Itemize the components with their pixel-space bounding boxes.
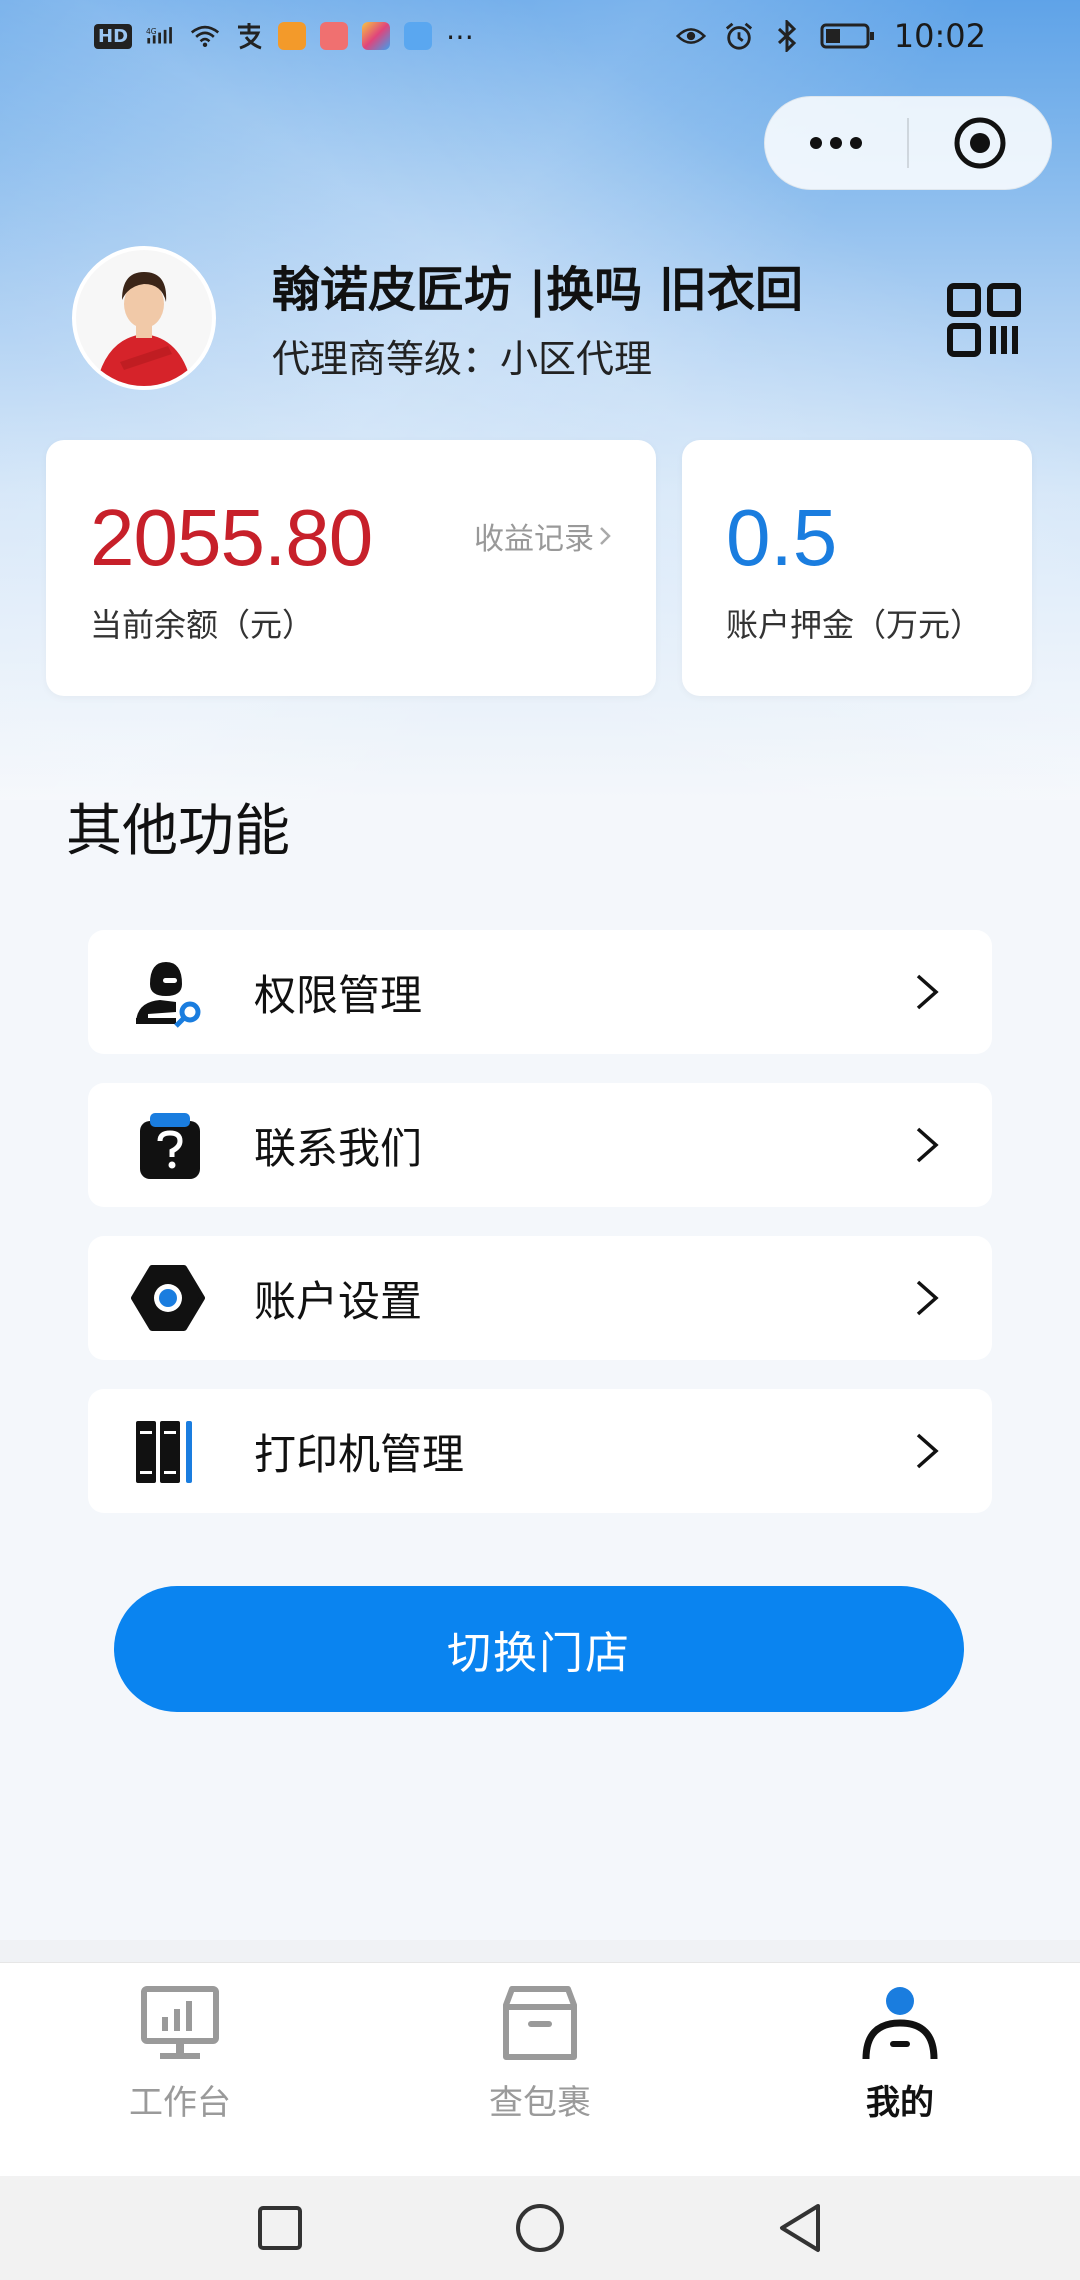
hd-badge: HD xyxy=(94,23,133,49)
wifi-icon xyxy=(190,21,220,51)
clock-time: 10:02 xyxy=(893,17,986,55)
square-icon[interactable] xyxy=(250,2198,310,2258)
svg-text:4G: 4G xyxy=(146,27,157,36)
income-record-link[interactable]: 收益记录 xyxy=(474,514,612,558)
more-dots-icon[interactable] xyxy=(765,97,907,189)
chevron-right-icon xyxy=(916,1433,939,1469)
menu-item-label: 账户设置 xyxy=(254,1276,423,1326)
colorful-app-icon xyxy=(362,22,391,50)
tab-packages[interactable]: 查包裹 xyxy=(360,1963,720,2176)
video-app-icon xyxy=(278,22,307,50)
system-nav-bar xyxy=(0,2176,1080,2280)
chevron-right-icon xyxy=(600,527,611,545)
alipay-icon xyxy=(234,21,264,51)
deposit-label: 账户押金（万元） xyxy=(726,606,983,644)
menu-item-contact[interactable]: 联系我们 xyxy=(88,1083,992,1207)
mini-program-capsule xyxy=(764,96,1052,190)
menu-item-account-settings[interactable]: 账户设置 xyxy=(88,1236,992,1360)
balance-card: 2055.80 收益记录 当前余额（元） xyxy=(46,440,656,696)
deposit-card: 0.5 账户押金（万元） xyxy=(682,440,1032,696)
battery-icon xyxy=(820,21,876,51)
chevron-right-icon xyxy=(916,974,939,1010)
package-box-icon xyxy=(503,1986,577,2060)
alarm-icon xyxy=(724,21,754,51)
target-icon[interactable] xyxy=(909,97,1051,189)
cloud-app-icon xyxy=(404,22,433,50)
book-app-icon xyxy=(320,22,349,50)
tab-label: 查包裹 xyxy=(489,2083,591,2123)
income-record-label: 收益记录 xyxy=(474,522,594,557)
workbench-monitor-icon xyxy=(141,1986,219,2059)
tab-mine[interactable]: 我的 xyxy=(720,1963,1080,2176)
menu-item-printer[interactable]: 打印机管理 xyxy=(88,1389,992,1513)
menu-item-label: 权限管理 xyxy=(254,970,423,1020)
shop-name: 翰诺皮匠坊 |换吗 旧衣回 xyxy=(272,262,803,318)
qr-code-icon[interactable] xyxy=(946,282,1022,358)
switch-store-button[interactable]: 切换门店 xyxy=(114,1586,964,1712)
circle-icon[interactable] xyxy=(510,2198,570,2258)
printer-book-icon xyxy=(128,1411,208,1491)
more-notifications-icon: ⋯ xyxy=(446,19,475,53)
balance-value: 2055.80 xyxy=(90,493,373,582)
menu-item-label: 打印机管理 xyxy=(254,1429,465,1479)
profile-person-icon xyxy=(862,1987,938,2060)
tab-label: 工作台 xyxy=(129,2083,231,2123)
balance-label: 当前余额（元） xyxy=(90,606,315,644)
menu-item-permission[interactable]: 权限管理 xyxy=(88,930,992,1054)
content-bottom-strip xyxy=(0,1940,1080,1962)
triangle-back-icon[interactable] xyxy=(770,2198,830,2258)
chevron-right-icon xyxy=(916,1280,939,1316)
menu-item-label: 联系我们 xyxy=(254,1123,423,1173)
question-box-icon xyxy=(128,1105,208,1185)
bluetooth-icon xyxy=(772,20,802,52)
deposit-value: 0.5 xyxy=(726,493,838,582)
status-bar: HD 4G ⋯ 10:02 xyxy=(0,0,1080,72)
agent-level: 代理商等级：小区代理 xyxy=(272,337,653,381)
permission-user-key-icon xyxy=(128,952,208,1032)
section-title: 其他功能 xyxy=(66,799,290,864)
eye-icon xyxy=(675,21,706,51)
cellular-signal-icon: 4G xyxy=(146,21,176,51)
tab-workbench[interactable]: 工作台 xyxy=(0,1963,360,2176)
tab-label: 我的 xyxy=(866,2083,934,2123)
avatar[interactable] xyxy=(72,246,216,390)
chevron-right-icon xyxy=(916,1127,939,1163)
tab-bar: 工作台 查包裹 我的 xyxy=(0,1962,1080,2176)
settings-hexagon-icon xyxy=(128,1258,208,1338)
